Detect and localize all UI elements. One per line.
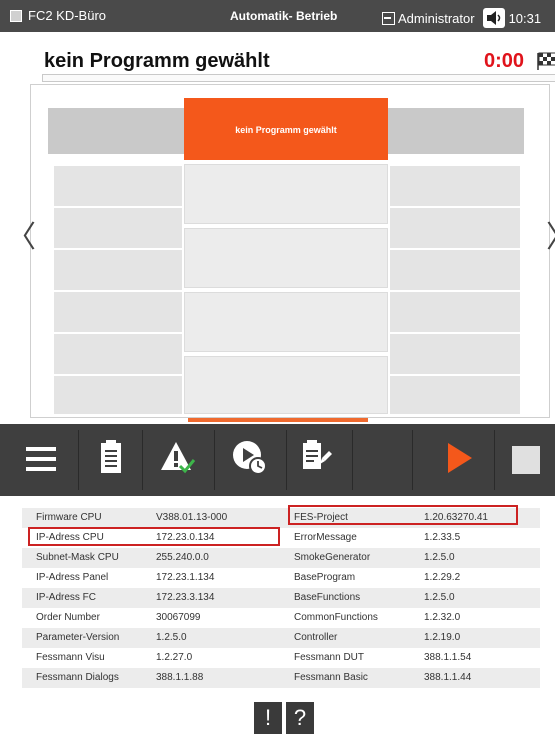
step-cell[interactable] [54,166,182,206]
next-arrow-icon[interactable]: 〉 [546,212,555,256]
info-value: 388.1.1.44 [424,672,472,683]
table-row: IP-Adress FC 172.23.3.134 BaseFunctions … [22,588,540,608]
stop-icon[interactable] [512,446,540,474]
step-cell[interactable] [390,208,520,248]
user-area[interactable]: Administrator 10:31 [382,8,541,28]
edit-list-icon[interactable] [302,440,332,474]
clock: 10:31 [508,10,542,26]
step-cell[interactable] [390,376,520,414]
info-value: 30067099 [156,612,201,623]
table-row: Fessmann Dialogs 388.1.1.88 Fessmann Bas… [22,668,540,688]
info-label: Fessmann Dialogs [36,672,119,683]
play-icon[interactable] [446,442,474,474]
toolbar-divider [286,430,287,490]
notepad-icon[interactable] [100,440,122,474]
table-row: IP-Adress Panel 172.23.1.134 BaseProgram… [22,568,540,588]
alert-button[interactable]: ! [254,702,282,734]
info-value: 255.240.0.0 [156,552,209,563]
table-row: Subnet-Mask CPU 255.240.0.0 SmokeGenerat… [22,548,540,568]
info-label: Fessmann DUT [294,652,365,663]
program-select-button[interactable]: kein Programm gewählt [184,98,388,160]
help-button[interactable]: ? [286,702,314,734]
step-cell[interactable] [54,334,182,374]
info-value: 1.2.27.0 [156,652,193,663]
station-square-icon [10,9,22,22]
info-label: IP-Adress FC [36,592,97,603]
program-time: 0:00 [484,50,525,72]
info-value: 1.2.32.0 [424,612,461,623]
toolbar-divider [142,430,143,490]
highlight-box-fes-project [288,505,518,525]
step-cell[interactable] [184,228,388,288]
program-header: kein Programm gewählt 0:00 [36,42,555,84]
step-cell[interactable] [54,250,182,290]
info-value: 1.2.19.0 [424,632,461,643]
toolbar-divider [352,430,353,490]
info-label: Controller [294,632,338,643]
program-progress-bar [42,74,555,82]
toolbar-divider [412,430,413,490]
info-value: 172.23.3.134 [156,592,215,603]
info-label: Fessmann Basic [294,672,368,683]
warning-check-icon[interactable] [160,440,196,474]
step-cell[interactable] [184,356,388,414]
login-icon[interactable] [382,11,395,25]
info-label: Subnet-Mask CPU [36,552,119,563]
info-label: Fessmann Visu [36,652,105,663]
info-value: V388.01.13-000 [156,512,228,523]
step-cell[interactable] [390,166,520,206]
step-cell[interactable] [184,164,388,224]
info-value: 1.2.5.0 [424,592,455,603]
table-row: Order Number 30067099 CommonFunctions 1.… [22,608,540,628]
step-cell[interactable] [54,208,182,248]
user-name[interactable]: Administrator [398,11,475,26]
info-label: SmokeGenerator [294,552,371,563]
info-label: IP-Adress Panel [36,572,109,583]
status-bar: FC2 KD-Büro Automatik- Betrieb Administr… [0,0,555,32]
table-row: Fessmann Visu 1.2.27.0 Fessmann DUT 388.… [22,648,540,668]
info-value: 1.2.29.2 [424,572,461,583]
previous-arrow-icon[interactable]: 〈 [6,212,36,256]
toolbar-divider [214,430,215,490]
program-title: kein Programm gewählt [44,50,270,72]
step-cell[interactable] [390,250,520,290]
step-cell[interactable] [184,292,388,352]
info-label: CommonFunctions [294,612,378,623]
step-cell[interactable] [54,292,182,332]
info-label: Parameter-Version [36,632,120,643]
station-name: FC2 KD-Büro [28,8,107,23]
info-value: 172.23.1.134 [156,572,215,583]
info-value: 1.2.33.5 [424,532,461,543]
toolbar-divider [494,430,495,490]
step-cell[interactable] [390,334,520,374]
step-cell[interactable] [54,376,182,414]
info-label: ErrorMessage [294,532,357,543]
info-value: 388.1.1.54 [424,652,472,663]
table-row: Parameter-Version 1.2.5.0 Controller 1.2… [22,628,540,648]
info-value: 1.2.5.0 [424,552,455,563]
info-label: BaseProgram [294,572,356,583]
info-label: Order Number [36,612,100,623]
play-timer-icon[interactable] [232,440,268,476]
page-indicator [188,418,368,422]
info-value: 388.1.1.88 [156,672,204,683]
info-value: 1.2.5.0 [156,632,187,643]
toolbar [0,424,555,496]
menu-icon[interactable] [26,446,56,472]
mode-label: Automatik- Betrieb [230,9,338,23]
highlight-box-ip-adress-cpu [28,527,280,546]
checkered-flag-icon [537,52,555,70]
toolbar-divider [78,430,79,490]
step-cell[interactable] [390,292,520,332]
info-label: BaseFunctions [294,592,361,603]
speaker-icon[interactable] [482,8,505,28]
station-info: FC2 KD-Büro [10,8,106,23]
info-label: Firmware CPU [36,512,102,523]
